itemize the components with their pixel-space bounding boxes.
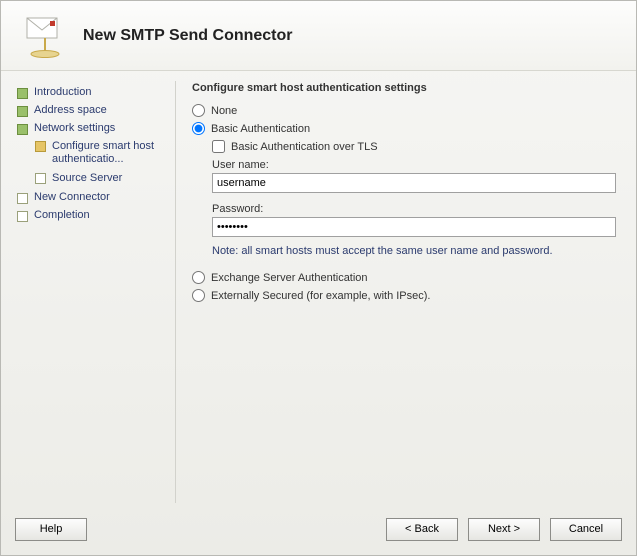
radio-label: Externally Secured (for example, with IP… [211, 290, 430, 302]
step-pending-icon [17, 193, 28, 204]
username-label: User name: [212, 159, 616, 171]
sidebar-item-label: Completion [34, 209, 90, 221]
checkbox-tls[interactable]: Basic Authentication over TLS [212, 140, 616, 153]
username-input[interactable] [212, 173, 616, 193]
radio-none-input[interactable] [192, 104, 205, 117]
sidebar-item-network-settings[interactable]: Network settings [15, 119, 175, 137]
checkbox-tls-input[interactable] [212, 140, 225, 153]
step-sidebar: Introduction Address space Network setti… [15, 81, 175, 503]
password-label: Password: [212, 203, 616, 215]
step-complete-icon [17, 106, 28, 117]
cancel-button[interactable]: Cancel [550, 518, 622, 541]
sidebar-item-label: Address space [34, 104, 107, 116]
step-pending-icon [17, 211, 28, 222]
section-title: Configure smart host authentication sett… [192, 82, 616, 94]
sidebar-item-label: Source Server [52, 172, 172, 185]
step-complete-icon [17, 88, 28, 99]
sidebar-item-introduction[interactable]: Introduction [15, 83, 175, 101]
next-button[interactable]: Next > [468, 518, 540, 541]
sidebar-subitem-source-server[interactable]: Source Server [33, 169, 175, 188]
checkbox-label: Basic Authentication over TLS [231, 141, 378, 153]
sidebar-subitem-configure-auth[interactable]: Configure smart host authenticatio... [33, 137, 175, 169]
radio-label: Exchange Server Authentication [211, 272, 368, 284]
sidebar-item-completion[interactable]: Completion [15, 206, 175, 224]
password-input[interactable] [212, 217, 616, 237]
content-pane: Configure smart host authentication sett… [175, 81, 622, 503]
dialog-footer: Help < Back Next > Cancel [1, 503, 636, 555]
sidebar-item-label: Configure smart host authenticatio... [52, 140, 172, 166]
step-complete-icon [17, 124, 28, 135]
step-pending-icon [35, 173, 46, 184]
radio-label: None [211, 105, 237, 117]
sidebar-item-label: New Connector [34, 191, 110, 203]
back-button[interactable]: < Back [386, 518, 458, 541]
wizard-dialog: New SMTP Send Connector Introduction Add… [0, 0, 637, 556]
sidebar-item-label: Introduction [34, 86, 91, 98]
radio-exchange-auth-input[interactable] [192, 271, 205, 284]
sidebar-item-address-space[interactable]: Address space [15, 101, 175, 119]
dialog-header: New SMTP Send Connector [1, 1, 636, 71]
radio-external-secured-input[interactable] [192, 289, 205, 302]
help-button[interactable]: Help [15, 518, 87, 541]
radio-exchange-auth[interactable]: Exchange Server Authentication [192, 271, 616, 284]
note-text: Note: all smart hosts must accept the sa… [212, 245, 616, 257]
radio-none[interactable]: None [192, 104, 616, 117]
radio-basic-auth[interactable]: Basic Authentication [192, 122, 616, 135]
dialog-title: New SMTP Send Connector [83, 27, 293, 45]
radio-label: Basic Authentication [211, 123, 310, 135]
radio-basic-auth-input[interactable] [192, 122, 205, 135]
radio-external-secured[interactable]: Externally Secured (for example, with IP… [192, 289, 616, 302]
sidebar-item-label: Network settings [34, 122, 115, 134]
step-current-icon [35, 141, 46, 152]
mail-connector-icon [21, 12, 69, 60]
sidebar-item-new-connector[interactable]: New Connector [15, 188, 175, 206]
dialog-body: Introduction Address space Network setti… [1, 71, 636, 503]
